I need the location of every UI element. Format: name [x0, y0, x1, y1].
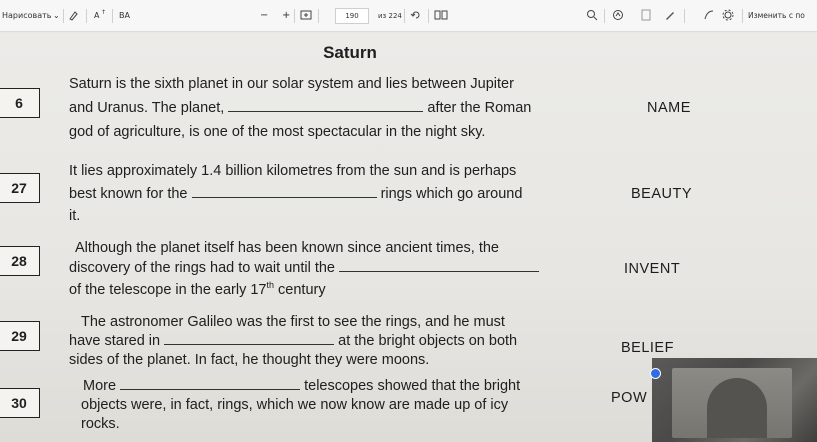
highlighter-icon[interactable]: [68, 9, 80, 21]
q28-text-before: discovery of the rings had to wait until…: [69, 260, 335, 276]
toolbar-divider: [684, 9, 685, 23]
q30-keyword: POW: [611, 390, 648, 406]
question-number-27: 27: [0, 173, 40, 203]
draw-pen-icon[interactable]: [664, 9, 676, 21]
q28-superscript: th: [266, 280, 275, 290]
q30-line-2: objects were, in fact, rings, which we n…: [81, 397, 509, 413]
q26-line-3: god of agriculture, is one of the most s…: [69, 124, 486, 140]
toolbar-divider: [428, 9, 429, 23]
q28-line-1: Although the planet itself has been know…: [75, 240, 499, 256]
draw-button[interactable]: Нарисовать: [2, 10, 51, 22]
edit-with-button[interactable]: Изменить с по: [748, 10, 805, 22]
blue-indicator-dot: [650, 368, 661, 379]
toolbar-divider: [604, 9, 605, 23]
q28-text-after-sup: century: [274, 281, 326, 298]
q29-line-1: The astronomer Galileo was the first to …: [81, 314, 505, 330]
q29-keyword: BELIEF: [621, 340, 674, 356]
zoom-out-button[interactable]: −: [260, 10, 268, 22]
bookmark-icon[interactable]: [640, 9, 652, 21]
rotate-icon[interactable]: [410, 9, 422, 21]
q28-answer-blank[interactable]: [339, 260, 540, 272]
search-icon[interactable]: [586, 9, 598, 21]
page-total-label: из 224: [378, 12, 402, 20]
settings-icon[interactable]: [722, 9, 734, 21]
question-number-28: 28: [0, 246, 40, 276]
zoom-in-button[interactable]: +: [282, 10, 290, 22]
page-title: Saturn: [323, 43, 377, 62]
two-page-icon[interactable]: [434, 9, 448, 21]
toolbar-divider: [63, 9, 64, 23]
q28-keyword: INVENT: [624, 261, 681, 277]
curve-tool-icon[interactable]: [703, 9, 715, 21]
q27-keyword: BEAUTY: [631, 186, 693, 202]
q29-text-after: at the bright objects on both: [338, 333, 518, 349]
toolbar-divider: [318, 9, 319, 23]
read-aloud-icon[interactable]: [612, 9, 624, 21]
page-number-input[interactable]: 190: [335, 8, 369, 24]
q28-line-3: of the telescope in the early 17th centu…: [69, 280, 326, 298]
question-number-30: 30: [0, 388, 40, 418]
toolbar-divider: [112, 9, 113, 23]
q27-line-3: it.: [69, 208, 81, 224]
q28-text-before-sup: of the telescope in the early 17: [69, 281, 267, 298]
reader-toolbar: Нарисовать ⌄ A ↑ ВА − + 190 из 224 Измен: [0, 0, 817, 32]
text-size-button[interactable]: A: [94, 10, 99, 22]
fit-page-icon[interactable]: [300, 9, 312, 21]
webcam-overlay[interactable]: [652, 358, 817, 442]
text-size-up-icon: ↑: [101, 9, 107, 16]
q29-answer-blank[interactable]: [164, 333, 335, 345]
q30-text-after: telescopes showed that the bright: [304, 378, 521, 394]
q26-line-1: Saturn is the sixth planet in our solar …: [69, 76, 514, 92]
q29-line-3: sides of the planet. In fact, he thought…: [69, 352, 430, 368]
q27-line-2: best known for the rings which go around: [69, 186, 522, 202]
q30-text-before: More: [83, 378, 117, 394]
toolbar-divider: [86, 9, 87, 23]
q26-answer-blank[interactable]: [228, 100, 424, 112]
webcam-person: [707, 378, 767, 438]
q30-line-3: rocks.: [81, 416, 120, 432]
q26-line-2: and Uranus. The planet, after the Roman: [69, 100, 531, 116]
toolbar-divider: [294, 9, 295, 23]
toolbar-divider: [404, 9, 405, 23]
q28-line-2: discovery of the rings had to wait until…: [69, 260, 540, 276]
language-button[interactable]: ВА: [119, 10, 130, 22]
q29-text-before: have stared in: [69, 333, 161, 349]
q30-answer-blank[interactable]: [120, 378, 301, 390]
q29-line-2: have stared in at the bright objects on …: [69, 333, 517, 349]
q27-text-before: best known for the: [69, 186, 188, 202]
question-number-29: 29: [0, 321, 40, 351]
q26-text-before: and Uranus. The planet,: [69, 100, 225, 116]
q30-line-1: More telescopes showed that the bright: [83, 378, 520, 394]
q27-text-after: rings which go around: [380, 186, 523, 202]
chevron-down-icon[interactable]: ⌄: [53, 10, 60, 22]
q27-line-1: It lies approximately 1.4 billion kilome…: [69, 163, 517, 179]
q26-text-after: after the Roman: [427, 100, 532, 116]
q26-keyword: NAME: [647, 100, 691, 116]
toolbar-divider: [742, 9, 743, 23]
question-number-26: 6: [0, 88, 40, 118]
q27-answer-blank[interactable]: [191, 186, 377, 198]
